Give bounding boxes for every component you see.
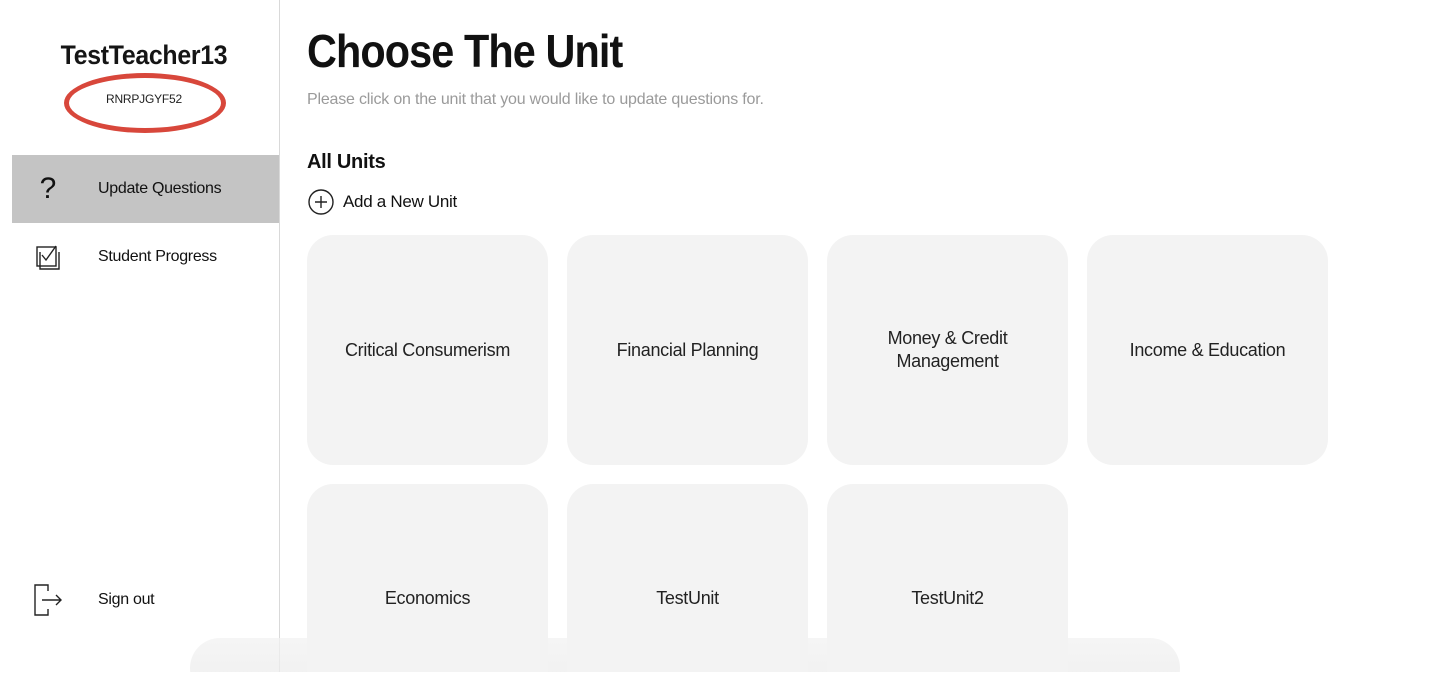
sign-out-icon	[12, 583, 98, 617]
sign-out-button[interactable]: Sign out	[12, 566, 279, 634]
nav-item-update-questions[interactable]: ? Update Questions	[12, 155, 279, 223]
unit-card-label: Money & Credit Management	[887, 328, 1008, 371]
page-title: Choose The Unit	[307, 25, 623, 77]
plus-circle-icon	[308, 189, 334, 215]
teacher-name: TestTeacher13	[60, 40, 228, 70]
unit-card[interactable]: TestUnit	[567, 484, 808, 680]
nav-label-update-questions: Update Questions	[98, 180, 222, 197]
page-subtitle: Please click on the unit that you would …	[307, 91, 764, 108]
sign-out-label: Sign out	[98, 591, 155, 608]
red-highlight-circle	[64, 73, 226, 133]
unit-card[interactable]: Economics	[307, 484, 548, 680]
question-mark-icon: ?	[39, 172, 57, 205]
nav-label-student-progress: Student Progress	[98, 248, 217, 265]
unit-card-label: Critical Consumerism	[344, 339, 511, 360]
unit-card-label: Economics	[384, 587, 471, 608]
sidebar: TestTeacher13 RNRPJGYF52 ? Update Questi…	[0, 0, 280, 672]
checkbox-icon	[12, 243, 98, 271]
add-new-unit-button[interactable]: Add a New Unit	[307, 188, 457, 216]
unit-card[interactable]: Critical Consumerism	[307, 235, 548, 465]
unit-card-label: Income & Education	[1129, 339, 1286, 360]
unit-card-label: TestUnit2	[911, 587, 984, 608]
unit-card-label: TestUnit	[656, 587, 719, 608]
unit-card[interactable]: TestUnit2	[827, 484, 1068, 680]
unit-card[interactable]: Income & Education	[1087, 235, 1328, 465]
add-new-unit-label: Add a New Unit	[343, 192, 457, 211]
unit-card[interactable]: Money & Credit Management	[827, 235, 1068, 465]
unit-card-label: Financial Planning	[616, 339, 759, 360]
section-title: All Units	[307, 151, 386, 173]
bottom-edge	[0, 672, 1442, 680]
nav-item-student-progress[interactable]: Student Progress	[12, 223, 279, 291]
unit-card[interactable]: Financial Planning	[567, 235, 808, 465]
